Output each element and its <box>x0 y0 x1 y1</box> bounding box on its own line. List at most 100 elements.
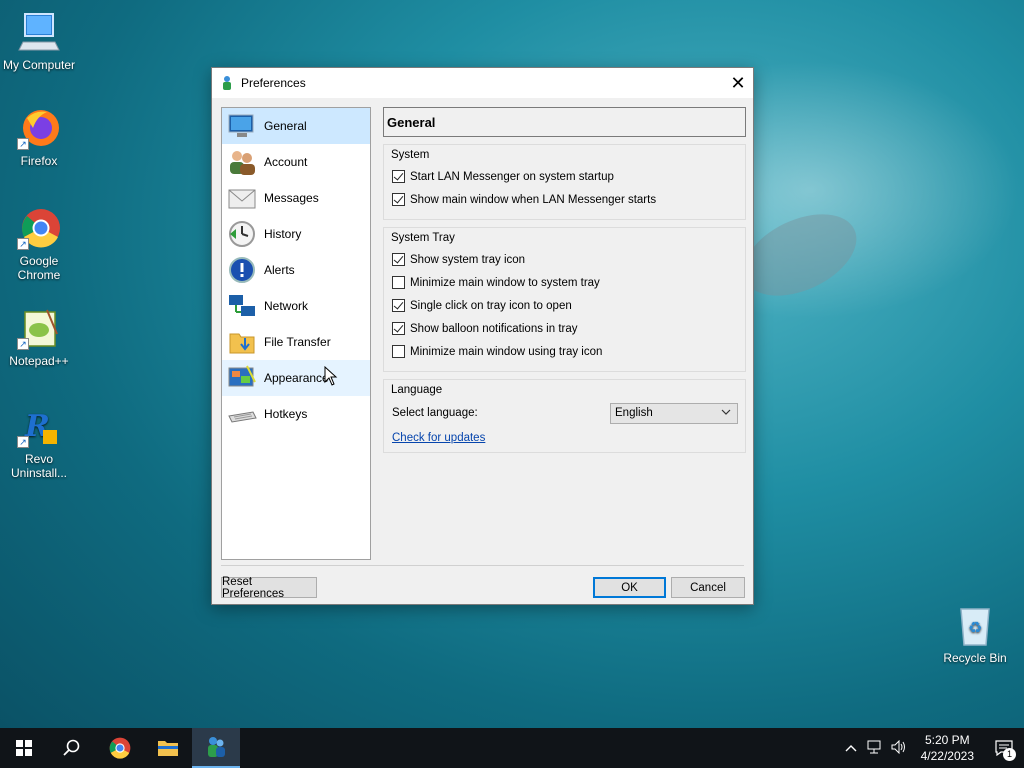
shortcut-arrow-icon: ↗ <box>17 238 29 250</box>
preferences-dialog: Preferences ✕ General Account Messages H… <box>211 67 754 605</box>
check-for-updates-link[interactable]: Check for updates <box>392 432 485 444</box>
checkbox-label: Single click on tray icon to open <box>410 299 572 312</box>
computer-icon <box>17 10 61 54</box>
page-title: General <box>383 107 746 137</box>
nav-item-messages[interactable]: Messages <box>222 180 370 216</box>
envelope-icon <box>226 183 258 213</box>
taskbar-lan-messenger[interactable] <box>192 728 240 768</box>
taskbar-chrome[interactable] <box>96 728 144 768</box>
checkbox-box[interactable] <box>392 170 405 183</box>
desktop-icon-label: Revo Uninstall... <box>10 452 68 480</box>
mouse-cursor-icon <box>324 365 338 386</box>
desktop-icon-my-computer[interactable]: My Computer <box>1 10 77 72</box>
group-title: System Tray <box>391 232 455 244</box>
checkbox-box[interactable] <box>392 299 405 312</box>
search-button[interactable] <box>48 728 96 768</box>
language-row: Select language: English <box>392 400 738 426</box>
firefox-icon: ↗ <box>17 106 61 150</box>
desktop-icon-label: My Computer <box>2 58 76 72</box>
nav-item-general[interactable]: General <box>222 108 370 144</box>
keyboard-icon <box>226 399 258 429</box>
folder-icon <box>158 741 178 756</box>
desktop-icon-label: Notepad++ <box>9 354 69 368</box>
desktop-icon-revo-uninstaller[interactable]: R ↗ Revo Uninstall... <box>1 404 77 480</box>
nav-item-label: Network <box>264 299 309 313</box>
checkbox-box[interactable] <box>392 322 405 335</box>
checkbox-single-click-open[interactable]: Single click on tray icon to open <box>392 294 738 317</box>
lan-messenger-icon <box>208 737 225 757</box>
checkbox-minimize-to-tray[interactable]: Minimize main window to system tray <box>392 271 738 294</box>
search-icon <box>63 739 80 756</box>
system-tray: 5:20 PM 4/22/2023 1 <box>839 728 1024 768</box>
nav-item-file-transfer[interactable]: File Transfer <box>222 324 370 360</box>
shortcut-arrow-icon: ↗ <box>17 138 29 150</box>
start-button[interactable] <box>0 728 48 768</box>
monitor-icon <box>226 111 258 141</box>
notification-badge: 1 <box>1003 748 1016 761</box>
recycle-bin-icon: ♻ <box>953 603 997 647</box>
dialog-titlebar[interactable]: Preferences ✕ <box>212 68 753 98</box>
appearance-icon <box>226 363 258 393</box>
nav-item-label: Hotkeys <box>264 407 308 421</box>
windows-icon <box>16 740 32 756</box>
info-alert-icon <box>226 255 258 285</box>
language-select-value: English <box>615 407 653 419</box>
folder-icon <box>226 327 258 357</box>
preferences-nav: General Account Messages History Alerts <box>221 107 371 560</box>
checkbox-minimize-using-tray-icon[interactable]: Minimize main window using tray icon <box>392 340 738 363</box>
checkbox-label: Show main window when LAN Messenger star… <box>410 193 657 206</box>
lan-messenger-icon <box>220 75 234 91</box>
group-title: System <box>391 149 430 161</box>
nav-item-network[interactable]: Network <box>222 288 370 324</box>
nav-item-account[interactable]: Account <box>222 144 370 180</box>
checkbox-box[interactable] <box>392 276 405 289</box>
checkbox-start-on-startup[interactable]: Start LAN Messenger on system startup <box>392 165 738 188</box>
cancel-button[interactable]: Cancel <box>671 577 745 598</box>
checkbox-balloon-notifications[interactable]: Show balloon notifications in tray <box>392 317 738 340</box>
close-icon: ✕ <box>730 72 746 93</box>
checkbox-box[interactable] <box>392 253 405 266</box>
nav-item-hotkeys[interactable]: Hotkeys <box>222 396 370 432</box>
nav-item-alerts[interactable]: Alerts <box>222 252 370 288</box>
nav-item-label: Messages <box>264 191 319 205</box>
ok-button[interactable]: OK <box>593 577 666 598</box>
svg-text:♻: ♻ <box>968 620 982 637</box>
language-select[interactable]: English <box>610 402 738 424</box>
nav-item-label: Appearance <box>264 371 329 385</box>
preferences-content: General System Start LAN Messenger on sy… <box>383 107 746 560</box>
shortcut-arrow-icon: ↗ <box>17 338 29 350</box>
desktop-icon-notepad-plus-plus[interactable]: ↗ Notepad++ <box>1 306 77 368</box>
taskbar-file-explorer[interactable] <box>144 728 192 768</box>
checkbox-show-main-window[interactable]: Show main window when LAN Messenger star… <box>392 188 738 211</box>
desktop-icon-label: Recycle Bin <box>943 651 1007 665</box>
chevron-down-icon <box>721 407 731 420</box>
checkbox-show-tray-icon[interactable]: Show system tray icon <box>392 248 738 271</box>
chrome-icon: ↗ <box>17 206 61 250</box>
desktop-icon-firefox[interactable]: ↗ Firefox <box>1 106 77 168</box>
desktop-icon-recycle-bin[interactable]: ♻ Recycle Bin <box>937 603 1013 665</box>
desktop-icon-label: Google Chrome <box>17 254 61 282</box>
chrome-icon <box>109 737 131 759</box>
nav-item-label: General <box>264 119 307 133</box>
nav-item-label: File Transfer <box>264 335 331 349</box>
network-tray-icon[interactable] <box>863 740 887 757</box>
volume-icon[interactable] <box>887 739 911 757</box>
taskbar-clock[interactable]: 5:20 PM 4/22/2023 <box>911 732 984 764</box>
checkbox-box[interactable] <box>392 193 405 206</box>
checkbox-label: Start LAN Messenger on system startup <box>410 170 614 183</box>
checkbox-label: Minimize main window to system tray <box>410 276 600 289</box>
checkbox-box[interactable] <box>392 345 405 358</box>
reset-preferences-button[interactable]: Reset Preferences <box>221 576 317 600</box>
close-button[interactable]: ✕ <box>723 68 753 98</box>
checkbox-label: Minimize main window using tray icon <box>410 345 603 358</box>
nav-item-appearance[interactable]: Appearance <box>222 360 370 396</box>
action-center-button[interactable]: 1 <box>984 728 1024 768</box>
nav-item-history[interactable]: History <box>222 216 370 252</box>
shortcut-arrow-icon: ↗ <box>17 436 29 448</box>
desktop-icon-google-chrome[interactable]: ↗ Google Chrome <box>1 206 77 282</box>
clock-icon <box>226 219 258 249</box>
users-icon <box>226 147 258 177</box>
notepad-plus-plus-icon: ↗ <box>17 306 61 350</box>
dialog-title: Preferences <box>241 76 306 90</box>
chevron-up-icon[interactable] <box>839 741 863 755</box>
